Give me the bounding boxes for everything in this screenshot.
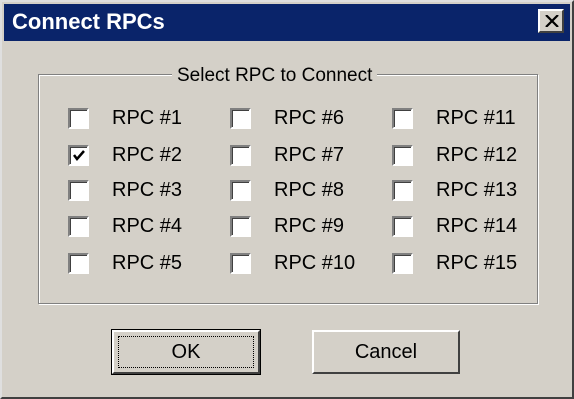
checkmark-icon xyxy=(73,150,85,161)
rpc-checkbox-label: RPC #6 xyxy=(274,107,345,129)
checkbox-box[interactable] xyxy=(68,108,89,129)
rpc-checkbox-13[interactable]: RPC #13 xyxy=(392,178,542,202)
rpc-checkbox-10[interactable]: RPC #10 xyxy=(230,251,380,275)
checkbox-box[interactable] xyxy=(230,180,251,201)
checkbox-box[interactable] xyxy=(68,145,89,166)
rpc-checkbox-11[interactable]: RPC #11 xyxy=(392,106,542,130)
checkbox-box[interactable] xyxy=(230,216,251,237)
rpc-checkbox-label: RPC #2 xyxy=(112,144,183,166)
rpc-checkbox-label: RPC #11 xyxy=(436,107,516,129)
rpc-checkbox-9[interactable]: RPC #9 xyxy=(230,214,380,238)
rpc-checkbox-2[interactable]: RPC #2 xyxy=(68,143,218,167)
checkbox-box[interactable] xyxy=(230,108,251,129)
cancel-button[interactable]: Cancel xyxy=(312,330,460,374)
rpc-checkbox-14[interactable]: RPC #14 xyxy=(392,214,542,238)
cancel-button-label: Cancel xyxy=(354,341,418,363)
connect-rpcs-dialog: Connect RPCs Select RPC to Connect RPC #… xyxy=(0,0,574,399)
close-button[interactable] xyxy=(538,9,564,33)
checkbox-box[interactable] xyxy=(392,253,413,274)
rpc-checkbox-label: RPC #14 xyxy=(436,215,518,237)
checkbox-box[interactable] xyxy=(230,145,251,166)
rpc-checkbox-label: RPC #12 xyxy=(436,144,518,166)
checkbox-box[interactable] xyxy=(68,180,89,201)
rpc-checkbox-label: RPC #4 xyxy=(112,215,183,237)
title-bar[interactable]: Connect RPCs xyxy=(4,4,570,41)
checkbox-box[interactable] xyxy=(230,253,251,274)
window-title: Connect RPCs xyxy=(12,9,165,34)
rpc-checkbox-5[interactable]: RPC #5 xyxy=(68,251,218,275)
rpc-checkbox-label: RPC #9 xyxy=(274,215,345,237)
rpc-checkbox-8[interactable]: RPC #8 xyxy=(230,178,380,202)
checkbox-box[interactable] xyxy=(68,253,89,274)
group-label: Select RPC to Connect xyxy=(172,66,378,86)
checkbox-box[interactable] xyxy=(392,216,413,237)
focus-rect xyxy=(118,336,254,368)
ok-button[interactable]: OK xyxy=(111,329,261,375)
rpc-checkbox-7[interactable]: RPC #7 xyxy=(230,143,380,167)
rpc-checkbox-3[interactable]: RPC #3 xyxy=(68,178,218,202)
rpc-checkbox-12[interactable]: RPC #12 xyxy=(392,143,542,167)
rpc-checkbox-label: RPC #8 xyxy=(274,179,345,201)
rpc-checkbox-15[interactable]: RPC #15 xyxy=(392,251,542,275)
rpc-checkbox-label: RPC #5 xyxy=(112,252,183,274)
checkbox-box[interactable] xyxy=(392,180,413,201)
rpc-checkbox-4[interactable]: RPC #4 xyxy=(68,214,218,238)
rpc-checkbox-label: RPC #13 xyxy=(436,179,518,201)
rpc-checkbox-label: RPC #10 xyxy=(274,252,356,274)
rpc-checkbox-label: RPC #1 xyxy=(112,107,183,129)
rpc-checkbox-label: RPC #3 xyxy=(112,179,183,201)
rpc-checkbox-label: RPC #15 xyxy=(436,252,518,274)
checkbox-box[interactable] xyxy=(68,216,89,237)
close-icon xyxy=(545,15,559,27)
rpc-checkbox-label: RPC #7 xyxy=(274,144,345,166)
rpc-checkbox-1[interactable]: RPC #1 xyxy=(68,106,218,130)
checkbox-box[interactable] xyxy=(392,145,413,166)
rpc-checkbox-6[interactable]: RPC #6 xyxy=(230,106,380,130)
checkbox-box[interactable] xyxy=(392,108,413,129)
